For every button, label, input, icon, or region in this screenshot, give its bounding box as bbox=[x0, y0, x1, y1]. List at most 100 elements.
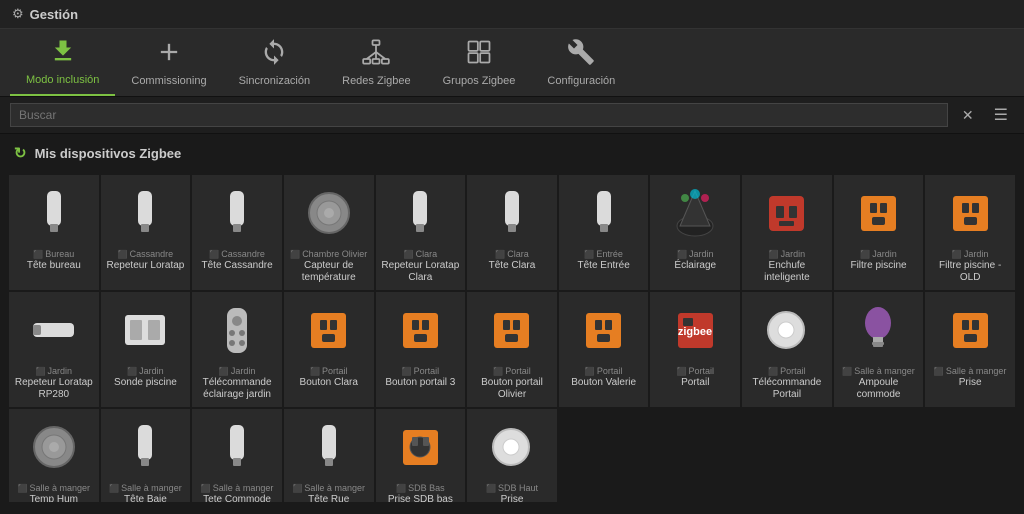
room-icon: ⬛ bbox=[842, 367, 852, 376]
device-room: ⬛ Jardin bbox=[654, 249, 736, 259]
device-image bbox=[113, 298, 177, 362]
device-image bbox=[480, 415, 544, 479]
device-name: Tête Rue bbox=[288, 494, 370, 502]
section-icon: ↻ bbox=[14, 144, 27, 162]
device-name: Temp Hum bbox=[13, 494, 95, 502]
device-card[interactable]: ⬛ Salle à mangerTête Baie bbox=[100, 408, 192, 502]
device-image bbox=[205, 298, 269, 362]
device-image bbox=[388, 298, 452, 362]
device-name: Tete Commode bbox=[196, 494, 278, 502]
device-name: Bouton portail Olivier bbox=[471, 377, 553, 401]
device-card[interactable]: ⬛ SDB BasPrise SDB bas bbox=[375, 408, 467, 502]
device-image bbox=[388, 181, 452, 245]
toolbar: Modo inclusión Commissioning Sincronizac… bbox=[0, 29, 1024, 97]
device-room: ⬛ SDB Haut bbox=[471, 483, 553, 493]
device-room: ⬛ Salle à manger bbox=[838, 366, 920, 376]
room-icon: ⬛ bbox=[404, 250, 414, 259]
device-room: ⬛ Jardin bbox=[105, 366, 187, 376]
room-icon: ⬛ bbox=[290, 250, 300, 259]
device-card[interactable]: ⬛ Salle à mangerTemp Hum bbox=[8, 408, 100, 502]
toolbar-label-configuracion: Configuración bbox=[547, 75, 615, 87]
toolbar-item-modo-inclusion[interactable]: Modo inclusión bbox=[10, 29, 115, 96]
device-card[interactable]: ⬛ JardinFiltre piscine bbox=[833, 174, 925, 291]
device-card[interactable]: ⬛ JardinRepeteur Loratap RP280 bbox=[8, 291, 100, 408]
device-room: ⬛ Cassandre bbox=[105, 249, 187, 259]
device-image bbox=[22, 298, 86, 362]
device-name: Sonde piscine bbox=[105, 377, 187, 389]
device-card[interactable]: ⬛ PortailBouton portail 3 bbox=[375, 291, 467, 408]
device-image bbox=[663, 181, 727, 245]
toolbar-label-redes-zigbee: Redes Zigbee bbox=[342, 75, 411, 87]
device-name: Tête Entrée bbox=[563, 260, 645, 272]
toolbar-item-grupos-zigbee[interactable]: Grupos Zigbee bbox=[427, 30, 532, 95]
search-bar: ✕ ☰ bbox=[0, 97, 1024, 134]
device-image bbox=[297, 298, 361, 362]
search-menu-button[interactable]: ☰ bbox=[988, 103, 1014, 127]
device-card[interactable]: ⬛ Salle à mangerPrise bbox=[924, 291, 1016, 408]
device-name: Bouton Valerie bbox=[563, 377, 645, 389]
device-room: ⬛ Jardin bbox=[838, 249, 920, 259]
device-image bbox=[113, 415, 177, 479]
device-room: ⬛ Jardin bbox=[929, 249, 1011, 259]
device-image bbox=[205, 415, 269, 479]
device-card[interactable]: ⬛ JardinTélécommande éclairage jardin bbox=[191, 291, 283, 408]
device-card[interactable]: ⬛ EntréeTête Entrée bbox=[558, 174, 650, 291]
toolbar-icon-redes-zigbee bbox=[362, 38, 390, 72]
device-name: Filtre piscine - OLD bbox=[929, 260, 1011, 284]
toolbar-icon-grupos-zigbee bbox=[465, 38, 493, 72]
device-room: ⬛ Jardin bbox=[13, 366, 95, 376]
device-card[interactable]: ⬛ Chambre OlivierCapteur de température bbox=[283, 174, 375, 291]
device-card[interactable]: ⬛ PortailTélécommande Portail bbox=[741, 291, 833, 408]
room-icon: ⬛ bbox=[677, 367, 687, 376]
device-card[interactable]: ⬛ JardinÉclairage bbox=[649, 174, 741, 291]
device-image: zigbee bbox=[663, 298, 727, 362]
search-input[interactable] bbox=[10, 103, 948, 127]
device-card[interactable]: ⬛ CassandreRepeteur Loratap bbox=[100, 174, 192, 291]
room-icon: ⬛ bbox=[952, 250, 962, 259]
section-header: ↻ Mis dispositivos Zigbee bbox=[0, 134, 1024, 168]
device-card[interactable]: ⬛ PortailBouton Clara bbox=[283, 291, 375, 408]
device-card[interactable]: ⬛ PortailBouton Valerie bbox=[558, 291, 650, 408]
device-card[interactable]: zigbee ⬛ PortailPortail bbox=[649, 291, 741, 408]
room-icon: ⬛ bbox=[36, 367, 46, 376]
device-room: ⬛ Clara bbox=[471, 249, 553, 259]
toolbar-label-commissioning: Commissioning bbox=[131, 75, 206, 87]
room-icon: ⬛ bbox=[402, 367, 412, 376]
room-icon: ⬛ bbox=[860, 250, 870, 259]
toolbar-item-sincronizacion[interactable]: Sincronización bbox=[223, 30, 327, 95]
device-card[interactable]: ⬛ JardinFiltre piscine - OLD bbox=[924, 174, 1016, 291]
room-icon: ⬛ bbox=[585, 367, 595, 376]
device-card[interactable]: ⬛ Salle à mangerTête Rue bbox=[283, 408, 375, 502]
toolbar-item-configuracion[interactable]: Configuración bbox=[531, 30, 631, 95]
room-icon: ⬛ bbox=[33, 250, 43, 259]
top-bar: ⚙ Gestión bbox=[0, 0, 1024, 29]
device-name: Filtre piscine bbox=[838, 260, 920, 272]
device-image bbox=[113, 181, 177, 245]
device-card[interactable]: ⬛ CassandreTête Cassandre bbox=[191, 174, 283, 291]
device-card[interactable]: ⬛ JardinSonde piscine bbox=[100, 291, 192, 408]
device-card[interactable]: ⬛ Salle à mangerAmpoule commode bbox=[833, 291, 925, 408]
app-icon: ⚙ bbox=[12, 6, 24, 22]
device-card[interactable]: ⬛ Salle à mangerTete Commode bbox=[191, 408, 283, 502]
device-card[interactable]: ⬛ ClaraTête Clara bbox=[466, 174, 558, 291]
device-image bbox=[755, 298, 819, 362]
device-room: ⬛ Salle à manger bbox=[105, 483, 187, 493]
device-card[interactable]: ⬛ ClaraRepeteur Loratap Clara bbox=[375, 174, 467, 291]
device-name: Prise bbox=[929, 377, 1011, 389]
toolbar-item-redes-zigbee[interactable]: Redes Zigbee bbox=[326, 30, 427, 95]
device-room: ⬛ Salle à manger bbox=[196, 483, 278, 493]
device-room: ⬛ Salle à manger bbox=[288, 483, 370, 493]
device-card[interactable]: ⬛ PortailBouton portail Olivier bbox=[466, 291, 558, 408]
toolbar-item-commissioning[interactable]: Commissioning bbox=[115, 30, 222, 95]
device-card[interactable]: ⬛ SDB HautPrise bbox=[466, 408, 558, 502]
search-close-button[interactable]: ✕ bbox=[956, 105, 980, 126]
room-icon: ⬛ bbox=[493, 367, 503, 376]
device-name: Tête Clara bbox=[471, 260, 553, 272]
room-icon: ⬛ bbox=[769, 250, 779, 259]
device-name: Prise bbox=[471, 494, 553, 502]
device-card[interactable]: ⬛ JardinEnchufe inteligente bbox=[741, 174, 833, 291]
room-icon: ⬛ bbox=[209, 250, 219, 259]
device-room: ⬛ Salle à manger bbox=[929, 366, 1011, 376]
device-room: ⬛ Portail bbox=[471, 366, 553, 376]
device-card[interactable]: ⬛ BureauTête bureau bbox=[8, 174, 100, 291]
